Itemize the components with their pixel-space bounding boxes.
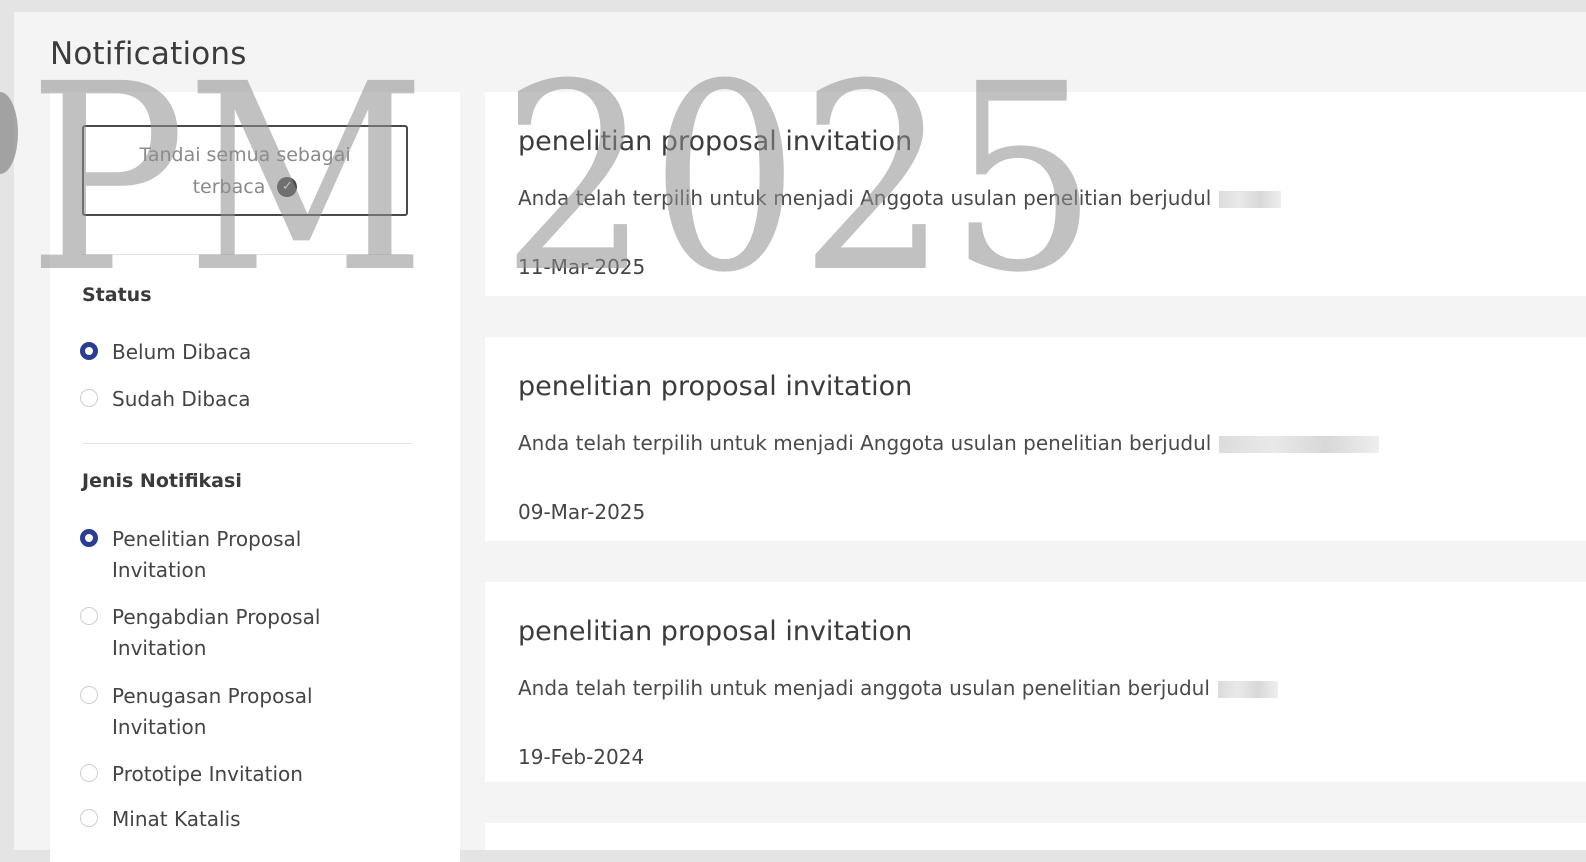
- divider: [82, 443, 412, 444]
- type-option-pengabdian[interactable]: Pengabdian Proposal Invitation: [80, 602, 410, 664]
- status-option-sudah-dibaca[interactable]: Sudah Dibaca: [80, 384, 410, 415]
- notification-date: 09-Mar-2025: [518, 500, 646, 524]
- status-filter-title: Status: [82, 284, 152, 306]
- radio-selected-icon[interactable]: [80, 529, 98, 547]
- type-option-prototipe[interactable]: Prototipe Invitation: [80, 759, 410, 790]
- mark-all-read-button[interactable]: Tandai semua sebagai terbaca ✓: [82, 125, 408, 216]
- notifications-page: Notifications Tandai semua sebagai terba…: [14, 12, 1586, 862]
- redacted-title: [1219, 191, 1282, 208]
- notification-title: penelitian proposal invitation: [518, 616, 913, 647]
- notification-message-text: Anda telah terpilih untuk menjadi Anggot…: [518, 186, 1212, 210]
- type-option-minat-katalis[interactable]: Minat Katalis: [80, 804, 410, 835]
- notification-card[interactable]: penelitian proposal invitation Anda tela…: [485, 92, 1586, 296]
- type-option-penelitian[interactable]: Penelitian Proposal Invitation: [80, 524, 410, 586]
- type-option-label: Pengabdian Proposal Invitation: [112, 605, 321, 660]
- notification-message: Anda telah terpilih untuk menjadi Anggot…: [518, 186, 1282, 210]
- radio-selected-icon[interactable]: [80, 342, 98, 360]
- radio-unselected-icon[interactable]: [80, 764, 98, 782]
- notification-message-text: Anda telah terpilih untuk menjadi anggot…: [518, 676, 1210, 700]
- notification-date: 11-Mar-2025: [518, 255, 646, 279]
- status-option-label: Sudah Dibaca: [112, 387, 251, 411]
- notification-message: Anda telah terpilih untuk menjadi anggot…: [518, 676, 1278, 700]
- type-option-label: Penelitian Proposal Invitation: [112, 527, 302, 582]
- type-option-penugasan[interactable]: Penugasan Proposal Invitation: [80, 681, 410, 743]
- notification-date: 19-Feb-2024: [518, 745, 645, 769]
- notification-message-text: Anda telah terpilih untuk menjadi Anggot…: [518, 431, 1212, 455]
- status-option-label: Belum Dibaca: [112, 340, 252, 364]
- notification-title: penelitian proposal invitation: [518, 371, 913, 402]
- notification-title: penelitian proposal invitation: [518, 126, 913, 157]
- radio-unselected-icon[interactable]: [80, 389, 98, 407]
- radio-unselected-icon[interactable]: [80, 607, 98, 625]
- filter-sidebar: Tandai semua sebagai terbaca ✓ Status Be…: [50, 92, 460, 862]
- redacted-title: [1219, 436, 1380, 453]
- notification-message: Anda telah terpilih untuk menjadi Anggot…: [518, 431, 1380, 455]
- check-circle-icon: ✓: [277, 177, 298, 197]
- page-title: Notifications: [50, 36, 247, 72]
- radio-unselected-icon[interactable]: [80, 809, 98, 827]
- type-option-label: Prototipe Invitation: [112, 762, 303, 786]
- notification-card[interactable]: penelitian proposal invitation Anda tela…: [485, 582, 1586, 782]
- notification-card[interactable]: penelitian proposal invitation Anda tela…: [485, 337, 1586, 541]
- mark-all-read-label: Tandai semua sebagai terbaca: [139, 143, 351, 198]
- redacted-title: [1217, 681, 1278, 698]
- type-option-label: Minat Katalis: [112, 807, 241, 831]
- notification-card[interactable]: [485, 823, 1586, 850]
- status-option-belum-dibaca[interactable]: Belum Dibaca: [80, 337, 410, 368]
- divider: [82, 254, 412, 255]
- radio-unselected-icon[interactable]: [80, 686, 98, 704]
- type-option-label: Penugasan Proposal Invitation: [112, 684, 313, 739]
- type-filter-title: Jenis Notifikasi: [82, 470, 242, 492]
